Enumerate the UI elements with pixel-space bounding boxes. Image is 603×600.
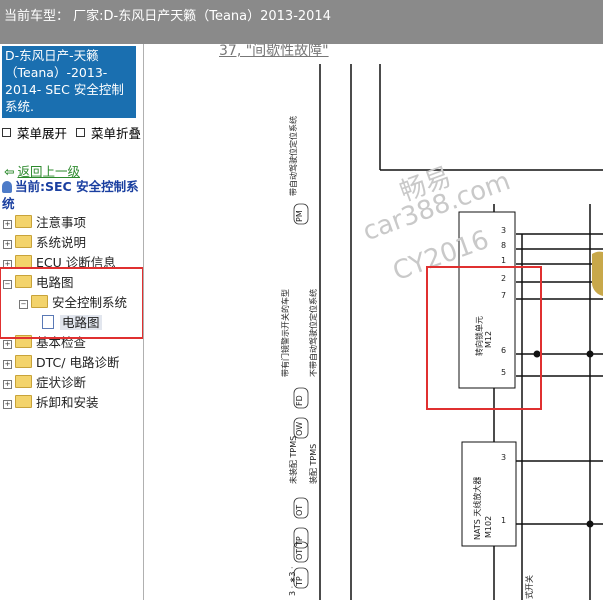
sidebar: D-东风日产-天籁（Teana）-2013-2014- SEC 安全控制系统. … xyxy=(0,44,144,600)
pin-label: 1 xyxy=(501,516,507,525)
folder-icon xyxy=(15,355,32,368)
switch-label: 式开关 xyxy=(525,575,534,599)
folder-icon xyxy=(15,395,32,408)
expand-plus-icon[interactable]: + xyxy=(3,240,12,249)
tree-item-dtc-diagnosis[interactable]: + DTC/ 电路诊断 xyxy=(3,354,119,372)
nats-amplifier-label: NATS 天线放大器 xyxy=(473,476,482,540)
menu-expand-button[interactable]: 菜单展开 xyxy=(2,123,67,142)
tp-code: TP xyxy=(295,536,304,546)
nats-amplifier-code: M102 xyxy=(484,515,493,538)
pin-label: 8 xyxy=(501,241,507,250)
fd-note: 带有门镜警示开关的车型 xyxy=(281,289,290,377)
current-model-text: 当前车型： 厂家:D-东风日产天籁（Teana）2013-2014 xyxy=(4,9,331,24)
tp-note: 装配 TPMS xyxy=(309,443,318,484)
expand-plus-icon[interactable]: + xyxy=(3,400,12,409)
pin-label: 3 xyxy=(501,226,507,235)
user-icon xyxy=(2,181,12,193)
expand-icon xyxy=(2,128,11,137)
folder-icon xyxy=(15,375,32,388)
tree-item-removal-installation[interactable]: + 拆卸和安装 xyxy=(3,394,99,412)
pin-label: 3 xyxy=(501,453,507,462)
fd-code: FD xyxy=(295,395,304,406)
tp-code-2: TP xyxy=(295,576,304,586)
expand-plus-icon[interactable]: + xyxy=(3,360,12,369)
ow-code: OW xyxy=(295,421,304,436)
expand-plus-icon[interactable]: + xyxy=(3,380,12,389)
folder-icon xyxy=(15,235,32,248)
current-section: 当前:SEC 安全控制系统 xyxy=(2,179,139,211)
pm-code: PM xyxy=(295,210,304,222)
ot-code: OT xyxy=(295,504,304,516)
collapse-icon xyxy=(76,128,85,137)
folder-icon xyxy=(15,215,32,228)
tree-item-system-description[interactable]: + 系统说明 xyxy=(3,234,86,252)
expand-plus-icon[interactable]: + xyxy=(3,340,12,349)
menu-collapse-button[interactable]: 菜单折叠 xyxy=(76,123,141,142)
highlight-box xyxy=(0,267,143,339)
title-bar: 当前车型： 厂家:D-东风日产天籁（Teana）2013-2014 xyxy=(0,0,603,44)
tree-item-symptom-diagnosis[interactable]: + 症状诊断 xyxy=(3,374,86,392)
sidebar-title: D-东风日产-天籁（Teana）-2013-2014- SEC 安全控制系统. xyxy=(2,46,136,118)
pin-label: 1 xyxy=(501,256,507,265)
back-arrow-icon: ⇦ xyxy=(4,164,15,179)
wiring-diagram: 37, "间歇性故障" 带自动驾驶位定位系统 带有门镜警示开关的车型 不带自动驾… xyxy=(144,44,603,600)
highlight-box xyxy=(426,266,542,410)
ot-code-2: OT xyxy=(295,548,304,560)
expand-plus-icon[interactable]: + xyxy=(3,220,12,229)
ot-note: 未装配 TPMS xyxy=(289,435,298,484)
pm-note: 带自动驾驶位定位系统 xyxy=(289,116,298,196)
tree-item-precautions[interactable]: + 注意事项 xyxy=(3,214,86,232)
intermittent-fault-reference[interactable]: 37, "间歇性故障" xyxy=(219,44,329,60)
ow-note: 不带自动驾驶位定位系统 xyxy=(309,289,318,377)
